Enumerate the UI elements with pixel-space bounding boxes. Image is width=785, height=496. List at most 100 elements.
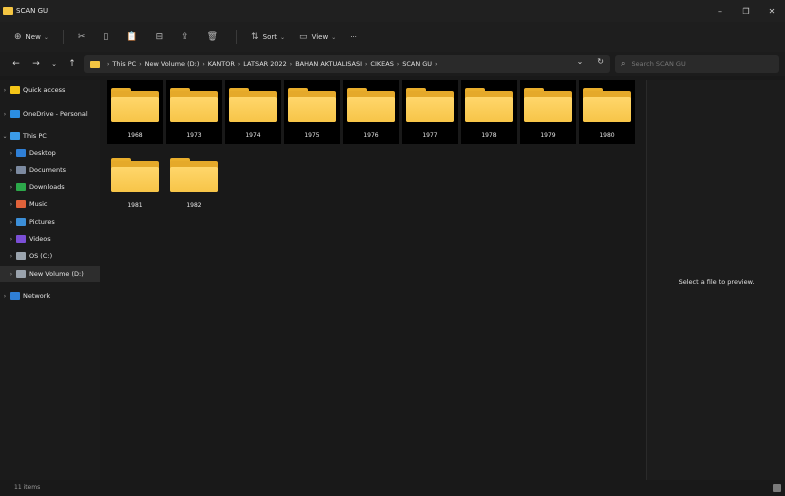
- breadcrumb-new-volume[interactable]: New Volume (D:): [145, 60, 200, 68]
- folder-item[interactable]: 1980: [579, 80, 635, 144]
- cloud-icon: [10, 110, 20, 118]
- refresh-button[interactable]: ↻: [597, 57, 604, 66]
- sort-icon: ⇅: [251, 32, 259, 42]
- folder-icon: [465, 88, 513, 122]
- sidebar-item-label: Quick access: [23, 86, 66, 94]
- video-icon: [16, 235, 26, 243]
- folder-item[interactable]: 1968: [107, 80, 163, 144]
- item-count: 11 items: [14, 484, 41, 491]
- maximize-button[interactable]: ❐: [733, 0, 759, 22]
- chevron-right-icon[interactable]: ›: [0, 87, 10, 94]
- sidebar-item-os-c[interactable]: › OS (C:): [0, 248, 100, 264]
- breadcrumb-separator[interactable]: ›: [202, 61, 204, 68]
- address-bar[interactable]: › This PC › New Volume (D:) › KANTOR › L…: [84, 55, 610, 73]
- recent-locations-button[interactable]: ⌄: [46, 60, 62, 68]
- view-button[interactable]: ▭ View ⌄: [299, 32, 336, 42]
- chevron-down-icon: ⌄: [331, 33, 337, 41]
- chevron-right-icon[interactable]: ›: [6, 167, 16, 174]
- forward-button[interactable]: →: [26, 59, 46, 69]
- breadcrumb-separator[interactable]: ›: [435, 61, 437, 68]
- chevron-right-icon[interactable]: ›: [6, 219, 16, 226]
- chevron-right-icon[interactable]: ›: [6, 201, 16, 208]
- breadcrumb-cikeas[interactable]: CIKEAS: [370, 60, 393, 68]
- breadcrumb-separator[interactable]: ›: [139, 61, 141, 68]
- chevron-right-icon[interactable]: ›: [6, 150, 16, 157]
- chevron-right-icon[interactable]: ›: [0, 111, 10, 118]
- folder-icon: [229, 88, 277, 122]
- folder-item[interactable]: 1979: [520, 80, 576, 144]
- paste-button[interactable]: 📋: [126, 32, 141, 42]
- sidebar-item-label: Documents: [29, 166, 67, 174]
- address-dropdown-button[interactable]: ⌄: [577, 57, 584, 66]
- sidebar-item-this-pc[interactable]: ⌄ This PC: [0, 128, 100, 144]
- trash-icon: 🗑: [206, 32, 219, 42]
- sidebar-item-pictures[interactable]: › Pictures: [0, 214, 100, 230]
- sidebar-item-onedrive[interactable]: › OneDrive - Personal: [0, 106, 100, 122]
- folder-item[interactable]: 1981: [107, 150, 163, 214]
- more-options-button[interactable]: ···: [350, 33, 357, 41]
- sidebar-item-downloads[interactable]: › Downloads: [0, 179, 100, 195]
- share-icon: ⇪: [181, 32, 189, 42]
- sidebar-item-network[interactable]: › Network: [0, 288, 100, 304]
- folder-item[interactable]: 1975: [284, 80, 340, 144]
- sidebar-item-label: This PC: [23, 132, 47, 140]
- folder-item[interactable]: 1974: [225, 80, 281, 144]
- folder-item[interactable]: 1973: [166, 80, 222, 144]
- address-row: ← → ⌄ ↑ › This PC › New Volume (D:) › KA…: [0, 52, 785, 76]
- breadcrumb-separator[interactable]: ›: [397, 61, 399, 68]
- sidebar-item-quick-access[interactable]: › Quick access: [0, 82, 100, 98]
- folder-item[interactable]: 1978: [461, 80, 517, 144]
- folder-item[interactable]: 1976: [343, 80, 399, 144]
- tiles-view-icon[interactable]: [773, 484, 781, 492]
- divider: [62, 30, 64, 44]
- folder-item[interactable]: 1982: [166, 150, 222, 214]
- sidebar-item-videos[interactable]: › Videos: [0, 231, 100, 247]
- rename-icon: ⊟: [155, 32, 164, 42]
- sidebar-item-documents[interactable]: › Documents: [0, 162, 100, 178]
- folder-name: 1968: [127, 132, 143, 139]
- up-button[interactable]: ↑: [62, 59, 82, 69]
- sidebar-item-new-volume-d[interactable]: › New Volume (D:): [0, 266, 100, 282]
- back-button[interactable]: ←: [6, 59, 26, 69]
- delete-button[interactable]: 🗑: [207, 32, 222, 42]
- new-button[interactable]: ⊕ New ⌄: [14, 32, 49, 42]
- folder-name: 1977: [422, 132, 438, 139]
- chevron-right-icon[interactable]: ›: [6, 184, 16, 191]
- chevron-right-icon[interactable]: ›: [6, 236, 16, 243]
- share-button[interactable]: ⇪: [181, 32, 193, 42]
- breadcrumb-this-pc[interactable]: This PC: [112, 60, 136, 68]
- folder-icon: [3, 7, 13, 15]
- sidebar-item-desktop[interactable]: › Desktop: [0, 145, 100, 161]
- window-title: SCAN GU: [16, 7, 49, 15]
- divider: [236, 30, 238, 44]
- folder-name: 1981: [127, 202, 143, 209]
- preview-message: Select a file to preview.: [678, 278, 755, 286]
- sidebar-item-music[interactable]: › Music: [0, 196, 100, 212]
- folder-icon: [524, 88, 572, 122]
- rename-button[interactable]: ⊟: [156, 32, 168, 42]
- breadcrumb-separator[interactable]: ›: [238, 61, 240, 68]
- chevron-right-icon[interactable]: ›: [6, 271, 16, 278]
- folder-item[interactable]: 1977: [402, 80, 458, 144]
- breadcrumb-separator[interactable]: ›: [365, 61, 367, 68]
- status-bar: 11 items: [0, 482, 785, 496]
- chevron-right-icon[interactable]: ›: [6, 253, 16, 260]
- scissors-icon: ✂: [77, 32, 86, 42]
- sort-button[interactable]: ⇅ Sort ⌄: [251, 32, 285, 42]
- title-bar: SCAN GU – ❐ ✕: [0, 0, 785, 22]
- chevron-down-icon[interactable]: ⌄: [0, 133, 10, 140]
- cut-button[interactable]: ✂: [78, 32, 90, 42]
- breadcrumb-latsar-2022[interactable]: LATSAR 2022: [243, 60, 287, 68]
- copy-button[interactable]: ▯: [103, 32, 112, 42]
- breadcrumb-separator[interactable]: ›: [290, 61, 292, 68]
- chevron-down-icon: ⌄: [280, 33, 286, 41]
- breadcrumb-scan-gu[interactable]: SCAN GU: [402, 60, 432, 68]
- breadcrumb-bahan-aktualisasi[interactable]: BAHAN AKTUALISASI: [295, 60, 362, 68]
- breadcrumb-kantor[interactable]: KANTOR: [208, 60, 235, 68]
- close-button[interactable]: ✕: [759, 0, 785, 22]
- search-input[interactable]: ⌕ Search SCAN GU: [615, 55, 779, 73]
- folder-icon: [406, 88, 454, 122]
- chevron-right-icon[interactable]: ›: [0, 293, 10, 300]
- folder-icon: [170, 88, 218, 122]
- minimize-button[interactable]: –: [707, 0, 733, 22]
